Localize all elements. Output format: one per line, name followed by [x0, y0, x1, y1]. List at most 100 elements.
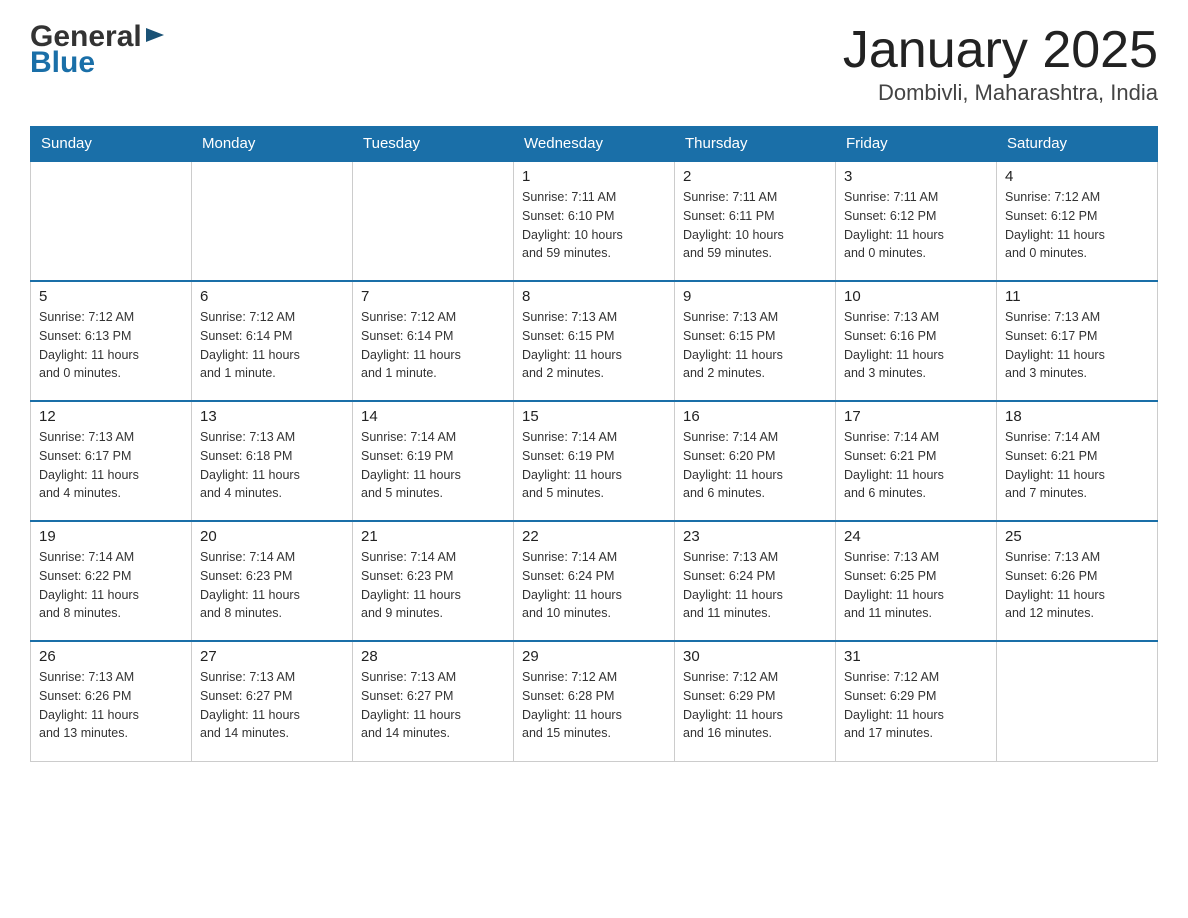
day-info: Sunrise: 7:12 AM Sunset: 6:28 PM Dayligh… [522, 668, 666, 743]
calendar-header: SundayMondayTuesdayWednesdayThursdayFrid… [31, 127, 1158, 162]
day-number: 1 [522, 168, 666, 185]
day-number: 21 [361, 528, 505, 545]
calendar-cell: 12 Sunrise: 7:13 AM Sunset: 6:17 PM Dayli… [31, 401, 192, 521]
calendar-cell: 30 Sunrise: 7:12 AM Sunset: 6:29 PM Dayli… [675, 641, 836, 761]
page-subtitle: Dombivli, Maharashtra, India [843, 80, 1158, 106]
day-number: 19 [39, 528, 183, 545]
day-info: Sunrise: 7:11 AM Sunset: 6:12 PM Dayligh… [844, 188, 988, 263]
day-number: 28 [361, 648, 505, 665]
day-info: Sunrise: 7:14 AM Sunset: 6:22 PM Dayligh… [39, 548, 183, 623]
day-info: Sunrise: 7:14 AM Sunset: 6:21 PM Dayligh… [844, 428, 988, 503]
day-info: Sunrise: 7:13 AM Sunset: 6:26 PM Dayligh… [1005, 548, 1149, 623]
day-info: Sunrise: 7:13 AM Sunset: 6:15 PM Dayligh… [683, 308, 827, 383]
day-number: 27 [200, 648, 344, 665]
day-number: 15 [522, 408, 666, 425]
day-number: 2 [683, 168, 827, 185]
calendar-cell: 29 Sunrise: 7:12 AM Sunset: 6:28 PM Dayli… [514, 641, 675, 761]
calendar-cell: 9 Sunrise: 7:13 AM Sunset: 6:15 PM Daylig… [675, 281, 836, 401]
day-number: 26 [39, 648, 183, 665]
day-info: Sunrise: 7:11 AM Sunset: 6:11 PM Dayligh… [683, 188, 827, 263]
calendar-cell: 28 Sunrise: 7:13 AM Sunset: 6:27 PM Dayli… [353, 641, 514, 761]
day-number: 23 [683, 528, 827, 545]
weekday-header-friday: Friday [836, 127, 997, 162]
calendar-cell: 24 Sunrise: 7:13 AM Sunset: 6:25 PM Dayli… [836, 521, 997, 641]
day-info: Sunrise: 7:13 AM Sunset: 6:24 PM Dayligh… [683, 548, 827, 623]
day-info: Sunrise: 7:13 AM Sunset: 6:17 PM Dayligh… [39, 428, 183, 503]
calendar-cell: 14 Sunrise: 7:14 AM Sunset: 6:19 PM Dayli… [353, 401, 514, 521]
calendar-cell: 3Sunrise: 7:11 AM Sunset: 6:12 PM Daylig… [836, 161, 997, 281]
day-info: Sunrise: 7:13 AM Sunset: 6:25 PM Dayligh… [844, 548, 988, 623]
day-number: 24 [844, 528, 988, 545]
calendar-cell: 2 Sunrise: 7:11 AM Sunset: 6:11 PM Daylig… [675, 161, 836, 281]
day-info: Sunrise: 7:12 AM Sunset: 6:14 PM Dayligh… [361, 308, 505, 383]
day-number: 31 [844, 648, 988, 665]
calendar-cell [353, 161, 514, 281]
logo: General Blue [30, 20, 166, 80]
day-info: Sunrise: 7:12 AM Sunset: 6:29 PM Dayligh… [683, 668, 827, 743]
weekday-header-sunday: Sunday [31, 127, 192, 162]
calendar-cell [192, 161, 353, 281]
calendar-cell: 10 Sunrise: 7:13 AM Sunset: 6:16 PM Dayli… [836, 281, 997, 401]
day-number: 6 [200, 288, 344, 305]
day-info: Sunrise: 7:12 AM Sunset: 6:14 PM Dayligh… [200, 308, 344, 383]
calendar-cell: 8Sunrise: 7:13 AM Sunset: 6:15 PM Daylig… [514, 281, 675, 401]
day-info: Sunrise: 7:13 AM Sunset: 6:26 PM Dayligh… [39, 668, 183, 743]
calendar-cell: 13Sunrise: 7:13 AM Sunset: 6:18 PM Dayli… [192, 401, 353, 521]
day-info: Sunrise: 7:12 AM Sunset: 6:29 PM Dayligh… [844, 668, 988, 743]
title-block: January 2025 Dombivli, Maharashtra, Indi… [843, 20, 1158, 106]
day-info: Sunrise: 7:14 AM Sunset: 6:23 PM Dayligh… [200, 548, 344, 623]
day-info: Sunrise: 7:13 AM Sunset: 6:27 PM Dayligh… [361, 668, 505, 743]
day-info: Sunrise: 7:14 AM Sunset: 6:21 PM Dayligh… [1005, 428, 1149, 503]
day-number: 10 [844, 288, 988, 305]
calendar-cell: 15Sunrise: 7:14 AM Sunset: 6:19 PM Dayli… [514, 401, 675, 521]
calendar-cell: 6 Sunrise: 7:12 AM Sunset: 6:14 PM Daylig… [192, 281, 353, 401]
weekday-header-monday: Monday [192, 127, 353, 162]
day-number: 20 [200, 528, 344, 545]
day-number: 13 [200, 408, 344, 425]
day-number: 11 [1005, 288, 1149, 305]
calendar-cell: 26 Sunrise: 7:13 AM Sunset: 6:26 PM Dayli… [31, 641, 192, 761]
calendar-cell: 16 Sunrise: 7:14 AM Sunset: 6:20 PM Dayli… [675, 401, 836, 521]
calendar-week-row: 26 Sunrise: 7:13 AM Sunset: 6:26 PM Dayli… [31, 641, 1158, 761]
calendar-body: 1Sunrise: 7:11 AM Sunset: 6:10 PM Daylig… [31, 161, 1158, 761]
calendar-cell: 31 Sunrise: 7:12 AM Sunset: 6:29 PM Dayli… [836, 641, 997, 761]
calendar-cell: 21Sunrise: 7:14 AM Sunset: 6:23 PM Dayli… [353, 521, 514, 641]
day-number: 16 [683, 408, 827, 425]
calendar-cell: 5Sunrise: 7:12 AM Sunset: 6:13 PM Daylig… [31, 281, 192, 401]
day-number: 12 [39, 408, 183, 425]
logo-blue-text: Blue [30, 46, 166, 80]
calendar-cell: 1Sunrise: 7:11 AM Sunset: 6:10 PM Daylig… [514, 161, 675, 281]
calendar-cell: 27 Sunrise: 7:13 AM Sunset: 6:27 PM Dayli… [192, 641, 353, 761]
weekday-header-tuesday: Tuesday [353, 127, 514, 162]
day-number: 4 [1005, 168, 1149, 185]
day-number: 9 [683, 288, 827, 305]
day-info: Sunrise: 7:14 AM Sunset: 6:24 PM Dayligh… [522, 548, 666, 623]
calendar-table: SundayMondayTuesdayWednesdayThursdayFrid… [30, 126, 1158, 762]
calendar-cell: 7 Sunrise: 7:12 AM Sunset: 6:14 PM Daylig… [353, 281, 514, 401]
weekday-header-wednesday: Wednesday [514, 127, 675, 162]
page-title: January 2025 [843, 20, 1158, 80]
day-number: 5 [39, 288, 183, 305]
weekday-header-saturday: Saturday [997, 127, 1158, 162]
calendar-cell: 23 Sunrise: 7:13 AM Sunset: 6:24 PM Dayli… [675, 521, 836, 641]
day-number: 7 [361, 288, 505, 305]
calendar-cell: 25 Sunrise: 7:13 AM Sunset: 6:26 PM Dayli… [997, 521, 1158, 641]
day-info: Sunrise: 7:14 AM Sunset: 6:19 PM Dayligh… [361, 428, 505, 503]
day-number: 30 [683, 648, 827, 665]
logo-arrow-icon [144, 24, 166, 46]
calendar-cell: 20 Sunrise: 7:14 AM Sunset: 6:23 PM Dayli… [192, 521, 353, 641]
day-number: 14 [361, 408, 505, 425]
day-number: 29 [522, 648, 666, 665]
day-number: 25 [1005, 528, 1149, 545]
day-info: Sunrise: 7:13 AM Sunset: 6:27 PM Dayligh… [200, 668, 344, 743]
weekday-header-thursday: Thursday [675, 127, 836, 162]
calendar-cell: 22Sunrise: 7:14 AM Sunset: 6:24 PM Dayli… [514, 521, 675, 641]
calendar-week-row: 1Sunrise: 7:11 AM Sunset: 6:10 PM Daylig… [31, 161, 1158, 281]
calendar-week-row: 5Sunrise: 7:12 AM Sunset: 6:13 PM Daylig… [31, 281, 1158, 401]
calendar-week-row: 12 Sunrise: 7:13 AM Sunset: 6:17 PM Dayli… [31, 401, 1158, 521]
calendar-cell: 17 Sunrise: 7:14 AM Sunset: 6:21 PM Dayli… [836, 401, 997, 521]
day-info: Sunrise: 7:12 AM Sunset: 6:12 PM Dayligh… [1005, 188, 1149, 263]
day-info: Sunrise: 7:14 AM Sunset: 6:20 PM Dayligh… [683, 428, 827, 503]
day-number: 17 [844, 408, 988, 425]
day-info: Sunrise: 7:13 AM Sunset: 6:16 PM Dayligh… [844, 308, 988, 383]
